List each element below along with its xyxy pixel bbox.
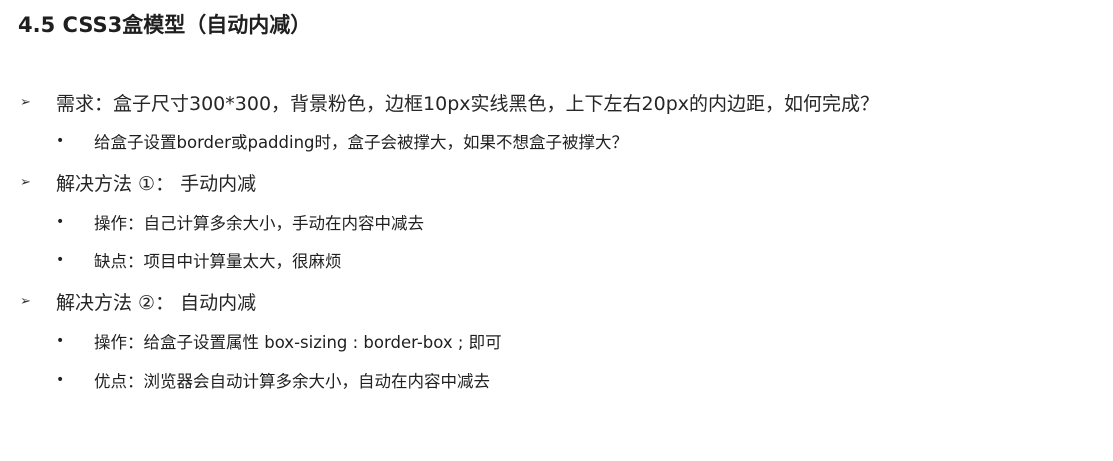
bullet-item-method-2: ➢ 解决方法 ②： 自动内减	[20, 288, 256, 315]
sub-bullet-text: 给盒子设置border或padding时，盒子会被撑大，如果不想盒子被撑大？	[94, 133, 629, 152]
sub-bullet-item-advantage: • 优点：浏览器会自动计算多余大小，自动在内容中减去	[56, 368, 490, 392]
bullet-item-requirement: ➢ 需求：盒子尺寸300*300，背景粉色，边框10px实线黑色，上下左右20p…	[20, 89, 879, 116]
bullet-text: 需求：盒子尺寸300*300，背景粉色，边框10px实线黑色，上下左右20px的…	[56, 93, 879, 115]
arrow-bullet-icon: ➢	[20, 175, 31, 190]
dot-bullet-icon: •	[56, 214, 65, 230]
sub-bullet-text: 优点：浏览器会自动计算多余大小，自动在内容中减去	[94, 372, 490, 391]
sub-bullet-text: 操作：给盒子设置属性 box-sizing : border-box ; 即可	[94, 333, 502, 352]
dot-bullet-icon: •	[56, 333, 65, 349]
dot-bullet-icon: •	[56, 252, 65, 268]
sub-bullet-text: 缺点：项目中计算量太大，很麻烦	[94, 252, 342, 271]
bullet-text: 解决方法 ①： 手动内减	[56, 173, 257, 195]
dot-bullet-icon: •	[56, 133, 65, 149]
sub-bullet-item-operation-1: • 操作：自己计算多余大小，手动在内容中减去	[56, 210, 424, 234]
slide-title: 4.5 CSS3盒模型（自动内减）	[18, 13, 312, 37]
sub-bullet-text: 操作：自己计算多余大小，手动在内容中减去	[94, 214, 424, 233]
dot-bullet-icon: •	[56, 372, 65, 388]
sub-bullet-item-drawback: • 缺点：项目中计算量太大，很麻烦	[56, 248, 342, 272]
arrow-bullet-icon: ➢	[20, 294, 31, 309]
arrow-bullet-icon: ➢	[20, 95, 31, 110]
sub-bullet-item-operation-2: • 操作：给盒子设置属性 box-sizing : border-box ; 即…	[56, 329, 502, 353]
bullet-item-method-1: ➢ 解决方法 ①： 手动内减	[20, 169, 256, 196]
bullet-text: 解决方法 ②： 自动内减	[56, 292, 257, 314]
sub-bullet-item-question: • 给盒子设置border或padding时，盒子会被撑大，如果不想盒子被撑大？	[56, 129, 628, 153]
